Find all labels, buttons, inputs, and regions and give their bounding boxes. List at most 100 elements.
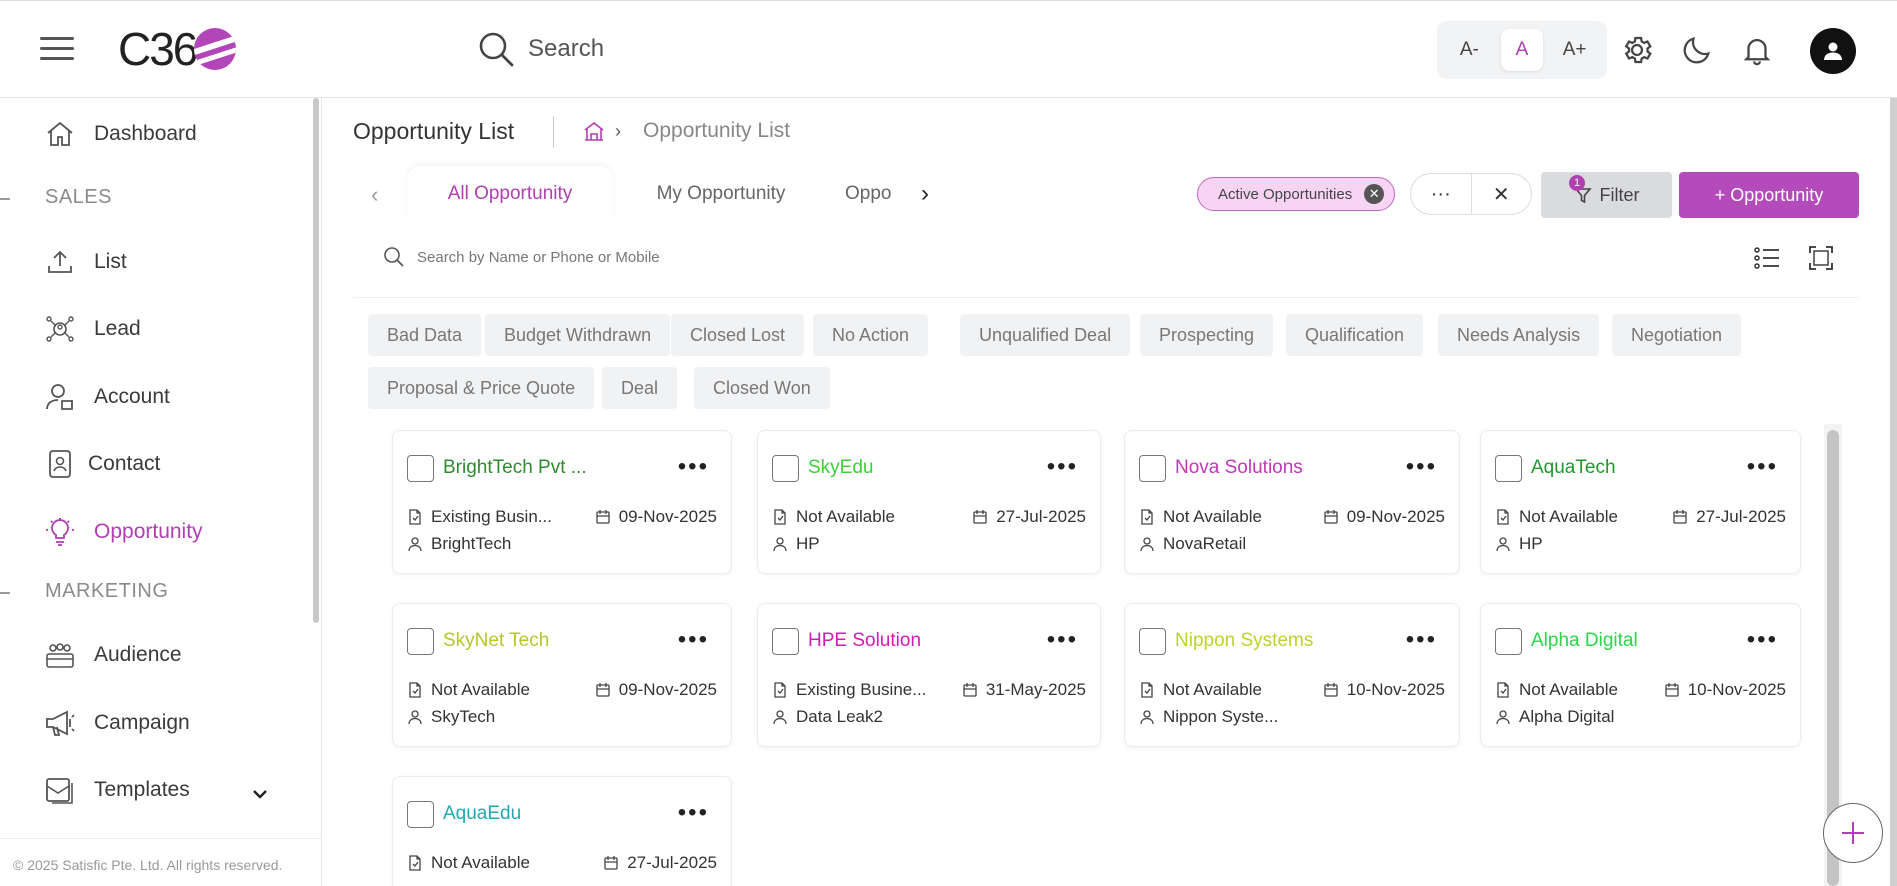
bell-icon[interactable] <box>1740 33 1774 67</box>
logo[interactable]: C36 <box>118 23 237 75</box>
card-more-icon[interactable]: ••• <box>1406 626 1437 654</box>
card-title[interactable]: Nippon Systems <box>1175 630 1313 652</box>
top-header: C36 A- A A+ <box>0 0 1897 98</box>
list-search-input[interactable] <box>417 248 917 266</box>
sidebar-item-audience[interactable]: Audience <box>44 639 182 671</box>
card-more-icon[interactable]: ••• <box>1047 626 1078 654</box>
font-default-button[interactable]: A <box>1500 29 1543 71</box>
stage-chip[interactable]: Qualification <box>1286 314 1424 356</box>
stage-chip[interactable]: Budget Withdrawn <box>485 314 671 356</box>
filter-button[interactable]: 1 Filter <box>1541 172 1672 218</box>
stage-chip[interactable]: No Action <box>813 314 929 356</box>
menu-icon[interactable] <box>40 37 74 63</box>
stage-chip[interactable]: Prospecting <box>1140 314 1274 356</box>
stage-chip[interactable]: Bad Data <box>368 314 482 356</box>
card-checkbox[interactable] <box>772 455 799 482</box>
document-icon <box>1141 682 1153 698</box>
more-options-button[interactable]: ··· <box>1411 174 1472 214</box>
card-account-label: Alpha Digital <box>1519 707 1615 726</box>
fullscreen-icon[interactable] <box>1807 244 1835 272</box>
floating-add-button[interactable] <box>1823 803 1883 863</box>
sidebar-item-campaign[interactable]: Campaign <box>44 707 190 739</box>
stage-chip[interactable]: Deal <box>602 367 678 409</box>
card-more-icon[interactable]: ••• <box>1747 626 1778 654</box>
stage-chip[interactable]: Needs Analysis <box>1438 314 1600 356</box>
opportunity-card[interactable]: SkyEdu ••• Not Available 27-Jul-2025 HP <box>757 430 1101 574</box>
home-icon[interactable] <box>583 120 605 142</box>
page-scrollbar[interactable] <box>1890 98 1897 886</box>
card-more-icon[interactable]: ••• <box>678 799 709 827</box>
font-increase-button[interactable]: A+ <box>1554 29 1596 71</box>
card-checkbox[interactable] <box>1495 628 1522 655</box>
sidebar-item-templates[interactable]: Templates <box>44 774 190 806</box>
opportunity-card[interactable]: SkyNet Tech ••• Not Available 09-Nov-2025 Sk… <box>392 603 732 747</box>
list-view-icon[interactable] <box>1753 244 1781 272</box>
card-account-label: Nippon Syste... <box>1163 707 1279 726</box>
tab-next-icon[interactable]: › <box>921 180 929 208</box>
card-title[interactable]: AquaEdu <box>443 803 521 825</box>
filter-count-badge: 1 <box>1569 175 1585 191</box>
global-search <box>476 29 828 69</box>
user-icon <box>1496 537 1510 552</box>
card-more-icon[interactable]: ••• <box>1047 453 1078 481</box>
card-checkbox[interactable] <box>1139 455 1166 482</box>
stage-chip[interactable]: Closed Won <box>694 367 830 409</box>
opportunity-card[interactable]: AquaEdu ••• Not Available 27-Jul-2025 <box>392 776 732 886</box>
card-title[interactable]: Alpha Digital <box>1531 630 1638 652</box>
sidebar-item-label: Opportunity <box>94 520 203 543</box>
stage-chip[interactable]: Negotiation <box>1612 314 1742 356</box>
stage-chip[interactable]: Proposal & Price Quote <box>368 367 595 409</box>
search-input[interactable] <box>528 35 828 63</box>
section-marker <box>0 198 10 200</box>
document-icon <box>1141 509 1153 525</box>
moon-icon[interactable] <box>1680 33 1714 67</box>
card-checkbox[interactable] <box>1495 455 1522 482</box>
divider <box>353 297 1859 298</box>
avatar[interactable] <box>1810 28 1856 74</box>
card-checkbox[interactable] <box>772 628 799 655</box>
card-title[interactable]: AquaTech <box>1531 457 1616 479</box>
card-more-icon[interactable]: ••• <box>678 626 709 654</box>
chevron-down-icon[interactable] <box>250 784 270 804</box>
stage-chip[interactable]: Unqualified Deal <box>960 314 1131 356</box>
card-title[interactable]: Nova Solutions <box>1175 457 1303 479</box>
card-title[interactable]: HPE Solution <box>808 630 921 652</box>
card-title[interactable]: SkyEdu <box>808 457 873 479</box>
card-more-icon[interactable]: ••• <box>1406 453 1437 481</box>
tab-prev-icon[interactable]: ‹ <box>371 182 378 208</box>
card-title[interactable]: BrightTech Pvt ... <box>443 457 587 479</box>
stage-chip[interactable]: Closed Lost <box>671 314 805 356</box>
calendar-icon <box>1665 683 1679 697</box>
remove-filter-icon[interactable]: ✕ <box>1364 184 1385 204</box>
add-opportunity-button[interactable]: + Opportunity <box>1679 172 1859 218</box>
sidebar-scrollbar[interactable] <box>313 98 319 623</box>
card-more-icon[interactable]: ••• <box>678 453 709 481</box>
tab-all-opportunity[interactable]: All Opportunity <box>407 166 613 222</box>
opportunity-card[interactable]: Alpha Digital ••• Not Available 10-Nov-2025… <box>1480 603 1801 747</box>
sidebar-item-contact[interactable]: Contact <box>44 448 160 480</box>
card-checkbox[interactable] <box>1139 628 1166 655</box>
opportunity-card[interactable]: BrightTech Pvt ... ••• Existing Busin... 09… <box>392 430 732 574</box>
sidebar-item-opportunity[interactable]: Opportunity <box>44 516 203 548</box>
clear-button[interactable]: ✕ <box>1472 174 1532 214</box>
opportunity-card[interactable]: AquaTech ••• Not Available 27-Jul-2025 HP <box>1480 430 1801 574</box>
card-checkbox[interactable] <box>407 628 434 655</box>
tab-my-opportunity[interactable]: My Opportunity <box>623 166 819 222</box>
card-checkbox[interactable] <box>407 801 434 828</box>
card-date-label: 31-May-2025 <box>985 680 1086 699</box>
search-icon[interactable] <box>476 29 516 69</box>
search-icon[interactable] <box>383 246 405 268</box>
card-more-icon[interactable]: ••• <box>1747 453 1778 481</box>
card-title[interactable]: SkyNet Tech <box>443 630 549 652</box>
opportunity-card[interactable]: Nippon Systems ••• Not Available 10-Nov-202… <box>1124 603 1460 747</box>
sidebar-item-lead[interactable]: Lead <box>44 313 141 345</box>
sidebar-item-dashboard[interactable]: Dashboard <box>44 118 197 150</box>
sidebar-item-account[interactable]: Account <box>44 381 170 413</box>
opportunity-card[interactable]: HPE Solution ••• Existing Busine... 31-May-… <box>757 603 1101 747</box>
sidebar-item-list[interactable]: List <box>44 246 127 278</box>
font-decrease-button[interactable]: A- <box>1448 29 1490 71</box>
opportunity-card[interactable]: Nova Solutions ••• Not Available 09-Nov-202… <box>1124 430 1460 574</box>
tab-opportunity-more[interactable]: Oppo <box>831 166 901 222</box>
card-checkbox[interactable] <box>407 455 434 482</box>
gear-icon[interactable] <box>1620 33 1654 67</box>
